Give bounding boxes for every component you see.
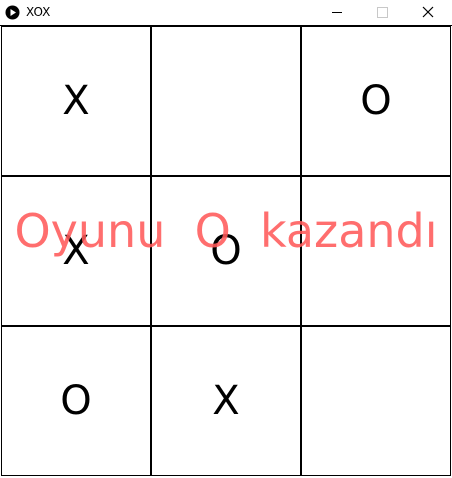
board-cell-8[interactable]: X	[151, 326, 301, 476]
board-cell-5[interactable]: O	[151, 176, 301, 326]
board-cell-6[interactable]	[301, 176, 451, 326]
board-cell-7[interactable]: O	[1, 326, 151, 476]
close-button[interactable]	[405, 0, 451, 25]
game-board: X O X O O X	[0, 26, 452, 478]
play-circle-icon	[5, 5, 20, 20]
minimize-icon	[332, 12, 342, 13]
board-cell-2[interactable]	[151, 26, 301, 176]
window-title: XOX	[26, 5, 51, 19]
title-bar[interactable]: XOX	[0, 0, 452, 26]
game-window: XOX X O X O O X Oyunu O kazandı	[0, 0, 452, 478]
cell-mark: O	[60, 378, 92, 424]
board-cell-9[interactable]	[301, 326, 451, 476]
close-icon	[422, 6, 434, 18]
cell-mark: O	[360, 78, 392, 124]
cell-mark: X	[62, 228, 90, 274]
cell-mark: O	[210, 228, 242, 274]
maximize-icon	[377, 7, 388, 18]
maximize-button[interactable]	[359, 0, 405, 25]
cell-mark: X	[62, 78, 90, 124]
board-cell-4[interactable]: X	[1, 176, 151, 326]
cell-mark: X	[212, 378, 240, 424]
board-cell-3[interactable]: O	[301, 26, 451, 176]
minimize-button[interactable]	[314, 0, 360, 25]
board-cell-1[interactable]: X	[1, 26, 151, 176]
